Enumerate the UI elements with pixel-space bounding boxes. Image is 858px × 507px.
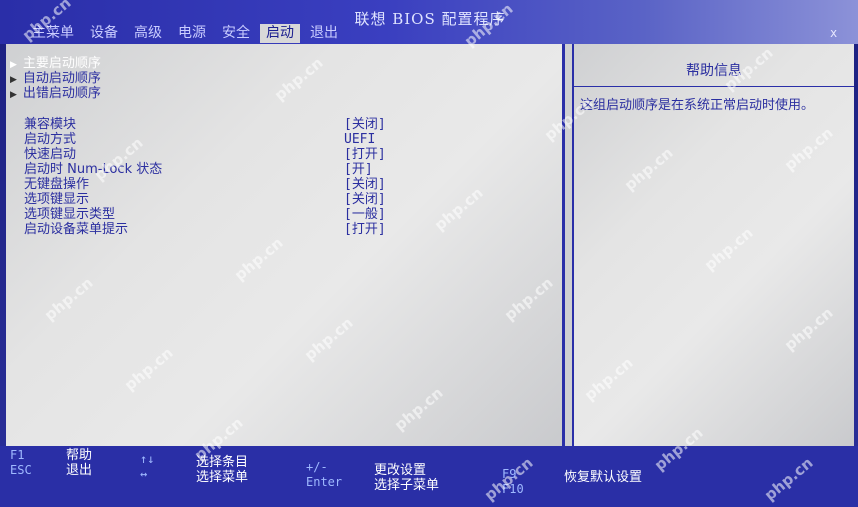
- setting-value[interactable]: UEFI: [344, 132, 375, 147]
- settings-panel: ▶ 主要启动顺序 ▶ 自动启动顺序 ▶ 出错启动顺序 兼容模块 [关闭] 启动方式 U…: [6, 44, 565, 446]
- triangle-right-icon: ▶: [10, 75, 17, 85]
- key-enter: Enter: [306, 475, 343, 489]
- setting-row-numlock[interactable]: 启动时 Num-Lock 状态 [开]: [24, 162, 404, 177]
- setting-label: 兼容模块: [24, 117, 77, 132]
- setting-row-csm[interactable]: 兼容模块 [关闭]: [24, 117, 404, 132]
- tab-startup[interactable]: 启动: [260, 24, 300, 43]
- arrow-up-down-icon: ↑↓: [140, 452, 155, 466]
- setting-row-option-key-type[interactable]: 选项键显示类型 [一般]: [24, 207, 404, 222]
- key-esc: ESC: [10, 463, 32, 477]
- menu-label: 主要启动顺序: [22, 56, 101, 71]
- setting-row-boot-mode[interactable]: 启动方式 UEFI: [24, 132, 404, 147]
- key-f1-desc: 帮助: [66, 448, 93, 463]
- setting-value[interactable]: [关闭]: [344, 192, 386, 207]
- bios-header: 联想 BIOS 配置程序 主菜单 设备 高级 电源 安全 启动 退出 x: [0, 0, 858, 44]
- setting-label: 选项键显示: [24, 192, 90, 207]
- help-text: 这组启动顺序是在系统正常启动时使用。: [580, 98, 815, 113]
- key-f9-desc: 恢复默认设置: [564, 470, 643, 485]
- setting-value[interactable]: [关闭]: [344, 177, 386, 192]
- key-plus-minus: +/-: [306, 460, 328, 474]
- tab-advanced[interactable]: 高级: [128, 24, 168, 43]
- help-panel: 帮助信息 这组启动顺序是在系统正常启动时使用。: [572, 44, 854, 446]
- tab-exit[interactable]: 退出: [304, 24, 344, 43]
- setting-row-option-key-display[interactable]: 选项键显示 [关闭]: [24, 192, 404, 207]
- panel-divider: [565, 44, 572, 446]
- setting-label: 启动方式: [24, 132, 77, 147]
- key-esc-desc: 退出: [66, 463, 93, 478]
- menu-error-boot-sequence[interactable]: ▶ 出错启动顺序: [10, 86, 101, 103]
- setting-label: 快速启动: [24, 147, 77, 162]
- tab-power[interactable]: 电源: [172, 24, 212, 43]
- tab-main[interactable]: 主菜单: [26, 24, 80, 43]
- arrow-left-right-icon: ↔: [140, 467, 148, 481]
- key-f9: F9: [502, 467, 517, 481]
- tab-devices[interactable]: 设备: [84, 24, 124, 43]
- setting-value[interactable]: [打开]: [344, 222, 386, 237]
- key-f1: F1: [10, 448, 25, 462]
- key-updown-desc: 选择条目: [196, 455, 249, 470]
- help-title: 帮助信息: [574, 60, 854, 87]
- setting-row-keyboardless[interactable]: 无键盘操作 [关闭]: [24, 177, 404, 192]
- setting-label: 启动设备菜单提示: [24, 222, 129, 237]
- bios-title: 联想 BIOS 配置程序: [354, 10, 506, 28]
- key-enter-desc: 选择子菜单: [374, 478, 440, 493]
- setting-label: 启动时 Num-Lock 状态: [24, 162, 163, 177]
- bios-screen: 联想 BIOS 配置程序 主菜单 设备 高级 电源 安全 启动 退出 x ▶ 主要…: [0, 0, 858, 507]
- setting-label: 选项键显示类型: [24, 207, 116, 222]
- setting-value[interactable]: [关闭]: [344, 117, 386, 132]
- key-legend: F1 帮助 ESC 退出 ↑↓ 选择条目 ↔ 选择菜单 +/- 更改设置 Ent…: [0, 446, 858, 507]
- setting-row-fast-boot[interactable]: 快速启动 [打开]: [24, 147, 404, 162]
- key-leftright-desc: 选择菜单: [196, 470, 249, 485]
- menu-label: 出错启动顺序: [22, 86, 101, 101]
- triangle-right-icon: ▶: [10, 90, 17, 100]
- menu-label: 自动启动顺序: [22, 71, 101, 86]
- setting-row-boot-menu-prompt[interactable]: 启动设备菜单提示 [打开]: [24, 222, 404, 237]
- triangle-right-icon: ▶: [10, 60, 17, 70]
- setting-value[interactable]: [一般]: [344, 207, 386, 222]
- corner-mark: x: [830, 26, 838, 40]
- setting-value[interactable]: [开]: [344, 162, 373, 177]
- tab-bar: 主菜单 设备 高级 电源 安全 启动 退出: [26, 24, 348, 43]
- setting-label: 无键盘操作: [24, 177, 90, 192]
- key-f10: F10: [502, 482, 524, 496]
- key-plus-minus-desc: 更改设置: [374, 463, 427, 478]
- setting-value[interactable]: [打开]: [344, 147, 386, 162]
- tab-security[interactable]: 安全: [216, 24, 256, 43]
